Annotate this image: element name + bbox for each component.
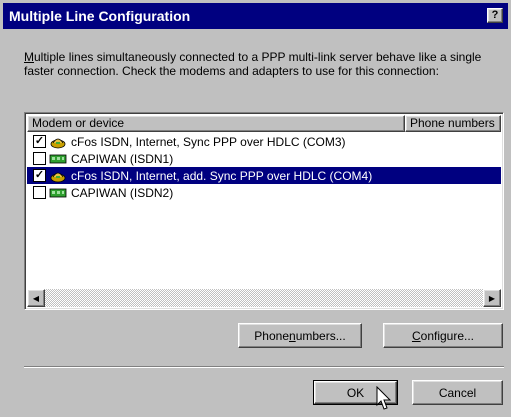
description-text: Multiple lines simultaneously connected …	[24, 50, 494, 78]
description-mnemonic: M	[24, 50, 34, 64]
title-bar[interactable]: Multiple Line Configuration ?	[3, 3, 508, 29]
modem-icon	[49, 135, 67, 149]
configure-label: onfigure...	[420, 328, 475, 343]
configure-button[interactable]: Configure...	[383, 323, 503, 348]
isdn-card-icon	[49, 186, 67, 200]
row-checkbox[interactable]: ✓	[33, 135, 46, 148]
row-label: CAPIWAN (ISDN1)	[71, 151, 174, 166]
list-rows: ✓ cFos ISDN, Internet, Sync PPP over HDLC…	[27, 133, 501, 201]
scroll-right-button[interactable]: ▶	[483, 289, 501, 307]
phone-numbers-label-b: umbers...	[295, 328, 346, 343]
list-header: Modem or device Phone numbers	[27, 115, 501, 132]
cancel-label: Cancel	[438, 385, 477, 400]
row-label: cFos ISDN, Internet, Sync PPP over HDLC …	[71, 134, 346, 149]
modem-icon	[49, 169, 67, 183]
list-item[interactable]: CAPIWAN (ISDN1)	[27, 150, 501, 167]
column-header-phone-numbers[interactable]: Phone numbers	[405, 115, 501, 132]
horizontal-scrollbar[interactable]: ◀ ▶	[27, 289, 501, 307]
isdn-card-icon	[49, 152, 67, 166]
scroll-left-button[interactable]: ◀	[27, 289, 45, 307]
row-checkbox[interactable]: ✓	[33, 169, 46, 182]
mouse-pointer-icon	[376, 386, 392, 410]
configure-mnemonic: C	[411, 328, 421, 343]
ok-label: OK	[346, 385, 365, 400]
phone-numbers-mnemonic: n	[289, 328, 296, 343]
phone-numbers-button[interactable]: Phone n umbers...	[238, 323, 362, 348]
separator	[24, 366, 504, 368]
list-item[interactable]: ✓ cFos ISDN, Internet, add. Sync PPP over…	[27, 167, 501, 184]
row-checkbox[interactable]	[33, 152, 46, 165]
cancel-button[interactable]: Cancel	[412, 380, 503, 405]
list-item[interactable]: CAPIWAN (ISDN2)	[27, 184, 501, 201]
window-title: Multiple Line Configuration	[9, 8, 191, 24]
window-edge	[511, 0, 516, 417]
dialog-window: Multiple Line Configuration ? Multiple l…	[0, 0, 516, 417]
description-body: ultiple lines simultaneously connected t…	[24, 50, 482, 78]
row-label: cFos ISDN, Internet, add. Sync PPP over …	[71, 168, 373, 183]
row-label: CAPIWAN (ISDN2)	[71, 185, 174, 200]
scroll-track[interactable]	[45, 289, 483, 307]
phone-numbers-label-a: Phone	[254, 328, 289, 343]
column-header-device[interactable]: Modem or device	[27, 115, 405, 132]
device-list[interactable]: Modem or device Phone numbers ✓ cFos ISDN…	[24, 112, 504, 310]
list-item[interactable]: ✓ cFos ISDN, Internet, Sync PPP over HDLC…	[27, 133, 501, 150]
row-checkbox[interactable]	[33, 186, 46, 199]
help-button[interactable]: ?	[487, 8, 503, 23]
